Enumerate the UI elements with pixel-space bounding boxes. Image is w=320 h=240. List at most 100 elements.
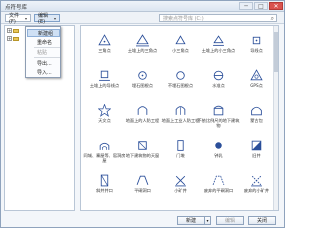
symbol-item[interactable]: 小三角点 [162, 31, 199, 61]
expand-icon[interactable]: + [7, 28, 12, 33]
symbol-library-window: 点符号库 ─ □ ✕ 文件(F) ▾ 编辑(E) ▾ 搜索点符号库 (C:) ⌕… [0, 0, 285, 228]
symbol-item[interactable]: 门墩 [162, 136, 199, 166]
astronomical-point-icon [98, 104, 111, 117]
symbol-item[interactable]: 小矿井 [162, 171, 199, 201]
stalactite-icon [215, 142, 222, 149]
symbol-label: 斜井井口 [96, 188, 113, 193]
folder-icon [13, 36, 19, 41]
underground-building-icon [213, 105, 224, 116]
footer-bar: 新建 ▾ 编辑 关闭 [1, 212, 284, 227]
expand-icon[interactable]: + [7, 36, 12, 41]
close-window-button[interactable]: ✕ [269, 2, 283, 10]
symbol-item[interactable]: 地面上工业人防工程 [162, 101, 199, 131]
symbol-label: 门墩 [176, 153, 185, 158]
symbol-item[interactable]: 蒙古包 [238, 101, 275, 131]
symbol-item[interactable]: 钟乳 [200, 136, 237, 166]
edit-menu-label: 编辑(E) [38, 12, 49, 25]
symbol-label: 地面上的人防工程 [125, 118, 160, 123]
gps-point-icon [250, 69, 263, 81]
search-icon: ⌕ [270, 15, 274, 22]
adit-icon [136, 175, 149, 185]
old-well-icon [251, 140, 262, 151]
file-menu[interactable]: 文件(F) ▾ [5, 12, 31, 25]
symbol-item[interactable]: 不埋石图根点 [162, 66, 199, 96]
symbol-item[interactable]: 三角点 [86, 31, 123, 61]
symbol-label: 废弃的平硐洞口 [203, 188, 234, 193]
symbol-label: 蒙古包 [250, 118, 263, 123]
menu-item-export[interactable]: 导出... [27, 59, 60, 67]
scrollbar-thumb[interactable] [274, 32, 278, 72]
gate-pier-icon [177, 140, 184, 151]
symbol-item[interactable]: 不依比例尺的地下建筑物 [198, 101, 239, 131]
symbol-item[interactable]: 导线点 [238, 31, 275, 61]
symbol-label: 钟乳 [214, 153, 223, 158]
triangle-dot-icon [98, 34, 111, 46]
mound-small-triangle-icon [213, 35, 224, 46]
new-button[interactable]: 新建 [177, 216, 205, 225]
symbol-grid: 三角点 土堆上的三角点 小三角点 土堆上的小三角点 导线点土堆上的导线点 埋石图根点 不埋石… [80, 25, 279, 211]
symbol-label: 天文点 [98, 118, 111, 123]
skylight-icon [138, 141, 147, 150]
small-mine-icon [175, 175, 186, 187]
maximize-button[interactable]: □ [254, 2, 268, 10]
tree-node-root[interactable]: + [7, 28, 19, 33]
symbol-item[interactable]: 土堆上的三角点 [124, 31, 161, 61]
menu-item-import[interactable]: 导入... [27, 68, 60, 76]
symbol-item[interactable]: 土堆上的导线点 [86, 66, 123, 96]
close-button[interactable]: 关闭 [248, 216, 276, 225]
symbol-item[interactable]: 旧井 [238, 136, 275, 166]
tree-node-child[interactable]: + [7, 36, 19, 41]
symbol-label: 水准点 [212, 83, 225, 88]
symbol-item[interactable]: 废弃的平硐洞口 [200, 171, 237, 201]
symbol-item[interactable]: 同城、寨屋等、窑洞房屋 [83, 136, 126, 166]
mound-traverse-icon [99, 70, 110, 81]
symbol-label: 废弃的小矿井 [243, 188, 270, 193]
menu-item-paste: 粘贴 [37, 49, 48, 56]
context-menu: 新建组 重命名 粘贴 导出... 导入... [25, 26, 61, 78]
symbol-item[interactable]: 水准点 [200, 66, 237, 96]
symbol-item[interactable]: 平硐洞口 [124, 171, 161, 201]
symbol-item[interactable]: 地面上的人防工程 [124, 101, 161, 131]
symbol-label: 导线点 [250, 48, 263, 53]
chevron-down-icon: ▾ [24, 15, 27, 21]
symbol-item[interactable]: GPS点 [238, 66, 275, 96]
search-input[interactable]: 搜索点符号库 (C:) ⌕ [159, 14, 277, 22]
menu-item-new-group[interactable]: 新建组 [27, 29, 60, 37]
mound-triangle-icon [136, 34, 149, 47]
symbol-item[interactable]: 地下建筑物的天窗 [124, 136, 161, 166]
edit-menu[interactable]: 编辑(E) ▾ [34, 12, 60, 25]
symbol-label: 土堆上的三角点 [127, 48, 158, 53]
symbol-label: 平硐洞口 [134, 188, 151, 193]
abandoned-mine-icon [251, 175, 262, 187]
traverse-point-icon [252, 36, 261, 45]
symbol-item[interactable]: 土堆上的小三角点 [200, 31, 237, 61]
symbol-label: 土堆上的小三角点 [201, 48, 236, 53]
small-triangle-icon [175, 35, 186, 45]
industrial-shelter-icon [175, 106, 186, 115]
window-title: 点符号库 [5, 5, 28, 11]
symbol-label: 土堆上的导线点 [89, 83, 120, 88]
title-bar: 点符号库 ─ □ ✕ [1, 1, 284, 12]
search-placeholder: 搜索点符号库 (C:) [163, 15, 204, 22]
symbol-label: 小三角点 [172, 48, 189, 53]
ground-shelter-icon [137, 106, 148, 115]
file-menu-label: 文件(F) [9, 12, 20, 25]
benchmark-icon [213, 70, 224, 81]
symbol-item[interactable]: 埋石图根点 [124, 66, 161, 96]
incline-shaft-icon [100, 174, 109, 187]
vertical-scrollbar[interactable] [273, 26, 278, 210]
symbol-item[interactable]: 天文点 [86, 101, 123, 131]
symbol-label: 旧井 [252, 153, 261, 158]
folder-icon [13, 28, 19, 33]
chevron-down-icon: ▾ [53, 15, 56, 21]
symbol-item[interactable]: 废弃的小矿井 [238, 171, 275, 201]
symbol-label: 地面上工业人防工程 [161, 118, 200, 123]
symbol-item[interactable]: 斜井井口 [86, 171, 123, 201]
minimize-button[interactable]: ─ [239, 2, 253, 10]
new-dropdown-button[interactable]: ▾ [204, 216, 211, 225]
symbol-label: 不埋石图根点 [167, 83, 194, 88]
menu-item-rename[interactable]: 重命名 [27, 38, 60, 46]
symbol-label: 同城、寨屋等、窑洞房屋 [83, 153, 126, 163]
toolbar: 文件(F) ▾ 编辑(E) ▾ 搜索点符号库 (C:) ⌕ [1, 12, 284, 25]
symbol-label: 小矿井 [174, 188, 187, 193]
